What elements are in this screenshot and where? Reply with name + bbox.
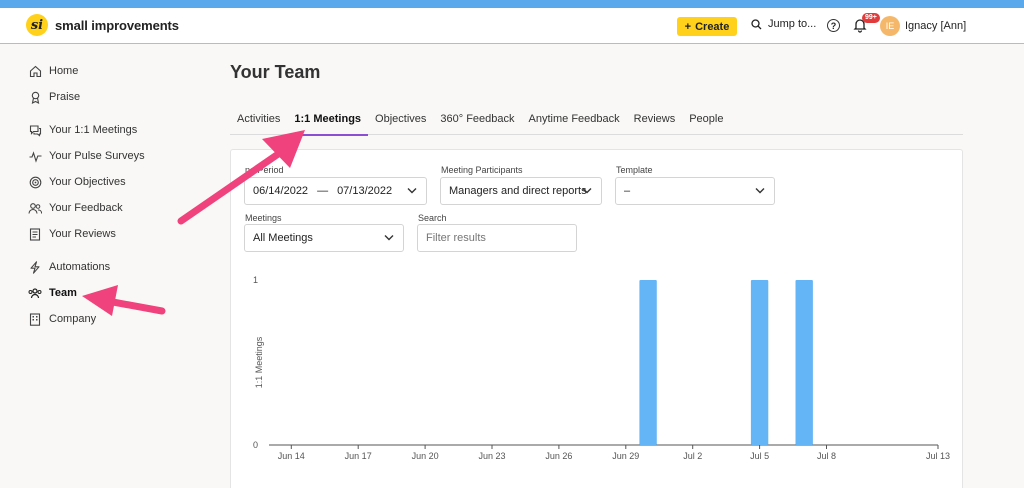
meetings-report-card: ne Period 06/14/2022 — 07/13/2022 Meetin…: [230, 149, 963, 488]
sidebar-item-label: Company: [49, 313, 97, 325]
meetings-bar: [639, 280, 657, 445]
sidebar-item-automations[interactable]: Automations: [28, 254, 198, 280]
meetings-bar-chart: 0 1 1:1 Meetings Jun 14 Jun 17 Jun 20 Jun 23 Ju…: [253, 275, 950, 461]
x-tick-label: Jun 26: [545, 451, 572, 461]
x-tick-label: Jun 23: [478, 451, 505, 461]
app-name: small improvements: [55, 17, 179, 33]
search-label: Search: [418, 213, 447, 223]
tab-anytime-feedback[interactable]: Anytime Feedback: [522, 110, 627, 135]
meetings-label: Meetings: [245, 213, 282, 223]
app-logo[interactable]: si small improvements: [26, 14, 179, 36]
create-button[interactable]: + Create: [677, 17, 737, 36]
tab-360-feedback[interactable]: 360° Feedback: [433, 110, 521, 135]
user-name[interactable]: Ignacy [Ann]: [905, 20, 966, 32]
meetings-value: All Meetings: [253, 232, 313, 244]
sidebar-item-label: Your Reviews: [49, 228, 116, 240]
x-tick-label: Jun 17: [345, 451, 372, 461]
date-separator: —: [317, 185, 329, 197]
participants-label: Meeting Participants: [441, 165, 523, 175]
chevron-down-icon: [755, 188, 765, 194]
document-icon: [28, 227, 42, 241]
team-icon: [28, 286, 42, 300]
target-icon: [28, 175, 42, 189]
sidebar-item-your-pulse-surveys[interactable]: Your Pulse Surveys: [28, 143, 198, 169]
jump-to-label: Jump to...: [768, 18, 817, 30]
sidebar-item-team[interactable]: Team: [28, 280, 198, 306]
logo-mark-icon: si: [26, 14, 48, 36]
page-title: Your Team: [230, 62, 321, 82]
sidebar-item-label: Praise: [49, 91, 81, 103]
sidebar-item-praise[interactable]: Praise: [28, 84, 198, 110]
search-input[interactable]: [417, 224, 577, 252]
x-tick-label: Jun 29: [612, 451, 639, 461]
sidebar-item-home[interactable]: Home: [28, 58, 198, 84]
tab-objectives[interactable]: Objectives: [368, 110, 433, 135]
sidebar-item-company[interactable]: Company: [28, 306, 198, 332]
participants-select[interactable]: Managers and direct reports: [440, 177, 602, 205]
sidebar-item-label: Home: [49, 65, 79, 77]
tab-1-1-meetings[interactable]: 1:1 Meetings: [287, 110, 368, 136]
time-period-label: ne Period: [245, 165, 284, 175]
tab-activities[interactable]: Activities: [230, 110, 287, 135]
chevron-down-icon: [407, 188, 417, 194]
template-value: –: [624, 185, 631, 197]
template-label: Template: [616, 165, 653, 175]
chevron-down-icon: [582, 188, 592, 194]
sidebar-item-your-1-1-meetings[interactable]: Your 1:1 Meetings: [28, 117, 198, 143]
tab-bar: Activities 1:1 Meetings Objectives 360° …: [230, 110, 963, 136]
building-icon: [28, 312, 42, 326]
x-tick-label: Jul 8: [817, 451, 836, 461]
create-label: Create: [695, 20, 730, 33]
date-range-picker[interactable]: 06/14/2022 — 07/13/2022: [244, 177, 427, 205]
start-date: 06/14/2022: [253, 185, 309, 197]
top-accent-strip: [0, 0, 1024, 8]
chevron-down-icon: [384, 235, 394, 241]
end-date: 07/13/2022: [337, 185, 393, 197]
ribbon-icon: [28, 90, 42, 104]
meetings-bar: [795, 280, 813, 445]
tab-people[interactable]: People: [682, 110, 730, 135]
x-tick-label: Jul 13: [926, 451, 950, 461]
lightning-icon: [28, 260, 42, 274]
chat-icon: [28, 123, 42, 137]
pulse-icon: [28, 149, 42, 163]
sidebar-item-label: Team: [49, 287, 77, 299]
meetings-select[interactable]: All Meetings: [244, 224, 404, 252]
participants-value: Managers and direct reports: [449, 185, 587, 197]
notification-badge: 99+: [862, 13, 880, 23]
home-icon: [28, 64, 42, 78]
sidebar-item-label: Your Objectives: [49, 176, 126, 188]
template-select[interactable]: –: [615, 177, 775, 205]
tab-reviews[interactable]: Reviews: [627, 110, 683, 135]
search-icon: [751, 18, 762, 29]
help-icon[interactable]: ?: [827, 19, 840, 32]
meetings-bar: [750, 280, 769, 445]
x-tick-label: Jul 2: [683, 451, 702, 461]
avatar[interactable]: IE: [880, 16, 900, 36]
sidebar-item-your-objectives[interactable]: Your Objectives: [28, 169, 198, 195]
sidebar-item-your-reviews[interactable]: Your Reviews: [28, 221, 198, 247]
people-icon: [28, 201, 42, 215]
y-tick-label: 1: [253, 275, 258, 285]
sidebar-item-label: Your Pulse Surveys: [49, 150, 145, 162]
sidebar: Home Praise Your 1:1 Meetings Your Pulse…: [28, 58, 198, 332]
x-tick-label: Jun 20: [412, 451, 439, 461]
sidebar-item-your-feedback[interactable]: Your Feedback: [28, 195, 198, 221]
x-tick-label: Jul 5: [750, 451, 769, 461]
jump-to-button[interactable]: Jump to...: [751, 18, 816, 30]
x-tick-label: Jun 14: [278, 451, 305, 461]
sidebar-item-label: Automations: [49, 261, 111, 273]
plus-icon: +: [684, 20, 692, 33]
y-axis-label: 1:1 Meetings: [254, 336, 264, 388]
sidebar-item-label: Your 1:1 Meetings: [49, 124, 138, 136]
y-tick-label: 0: [253, 440, 258, 450]
top-navigation-bar: si small improvements + Create Jump to..…: [0, 8, 1024, 44]
sidebar-item-label: Your Feedback: [49, 202, 123, 214]
